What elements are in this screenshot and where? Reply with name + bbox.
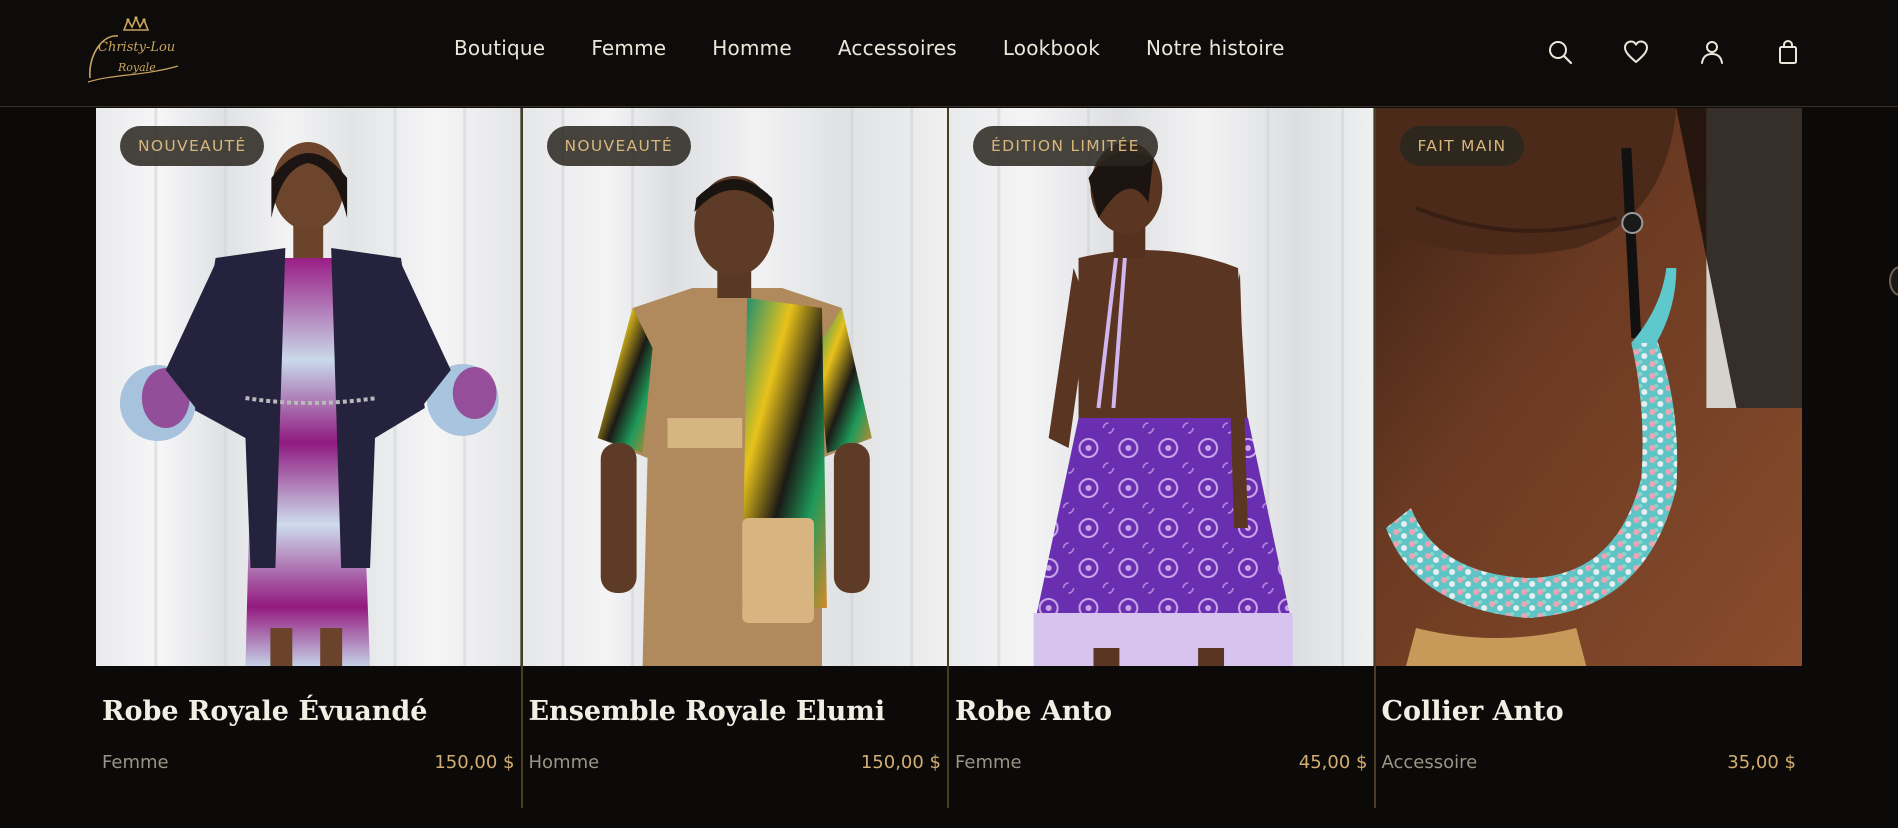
product-card[interactable]: NOUVEAUTÉ Robe Royale Évuandé Femme 150,… — [96, 108, 523, 808]
product-category: Homme — [528, 752, 600, 773]
product-card[interactable]: FAIT MAIN Collier Anto Accessoire 35,00 … — [1375, 108, 1802, 808]
product-name[interactable]: Ensemble Royale Elumi — [529, 696, 886, 727]
logo-text-bottom: Royale — [117, 61, 156, 74]
product-card[interactable]: NOUVEAUTÉ Ensemble Royale Elumi Homme 15… — [522, 108, 949, 808]
product-name[interactable]: Collier Anto — [1382, 696, 1564, 727]
nav-lookbook[interactable]: Lookbook — [1003, 36, 1100, 60]
product-badge: ÉDITION LIMITÉE — [973, 126, 1158, 166]
nav-notre-histoire[interactable]: Notre histoire — [1146, 36, 1285, 60]
product-badge: FAIT MAIN — [1399, 126, 1525, 166]
nav-femme[interactable]: Femme — [591, 36, 666, 60]
nav-boutique[interactable]: Boutique — [454, 36, 545, 60]
product-badge: NOUVEAUTÉ — [120, 126, 265, 166]
product-category: Femme — [955, 752, 1022, 773]
product-badge: NOUVEAUTÉ — [546, 126, 691, 166]
heart-icon[interactable] — [1620, 36, 1652, 68]
nav-homme[interactable]: Homme — [712, 36, 792, 60]
product-price: 150,00 $ — [434, 752, 515, 773]
product-price: 150,00 $ — [860, 752, 941, 773]
header-actions — [1544, 36, 1804, 68]
brand-logo[interactable]: Christy-Lou Royale — [84, 16, 182, 88]
product-category: Femme — [102, 752, 169, 773]
product-name[interactable]: Robe Royale Évuandé — [102, 696, 427, 727]
shopping-bag-icon[interactable] — [1772, 36, 1804, 68]
nav-accessoires[interactable]: Accessoires — [838, 36, 957, 60]
logo-text-top: Christy-Lou — [98, 40, 175, 55]
carousel-scroll-handle[interactable] — [1889, 266, 1898, 296]
product-grid: NOUVEAUTÉ Robe Royale Évuandé Femme 150,… — [96, 108, 1802, 808]
product-image[interactable] — [522, 108, 947, 666]
product-card[interactable]: ÉDITION LIMITÉE Robe Anto Femme 45,00 $ — [949, 108, 1376, 808]
product-image[interactable] — [949, 108, 1374, 666]
product-name[interactable]: Robe Anto — [955, 696, 1112, 727]
product-image[interactable] — [1375, 108, 1802, 666]
site-header: Christy-Lou Royale Boutique Femme Homme … — [0, 0, 1898, 107]
product-category: Accessoire — [1381, 752, 1478, 773]
product-price: 35,00 $ — [1727, 752, 1796, 773]
search-icon[interactable] — [1544, 36, 1576, 68]
product-price: 45,00 $ — [1298, 752, 1368, 773]
product-image[interactable] — [96, 108, 521, 666]
main-nav: Boutique Femme Homme Accessoires Lookboo… — [454, 36, 1285, 60]
user-icon[interactable] — [1696, 36, 1728, 68]
